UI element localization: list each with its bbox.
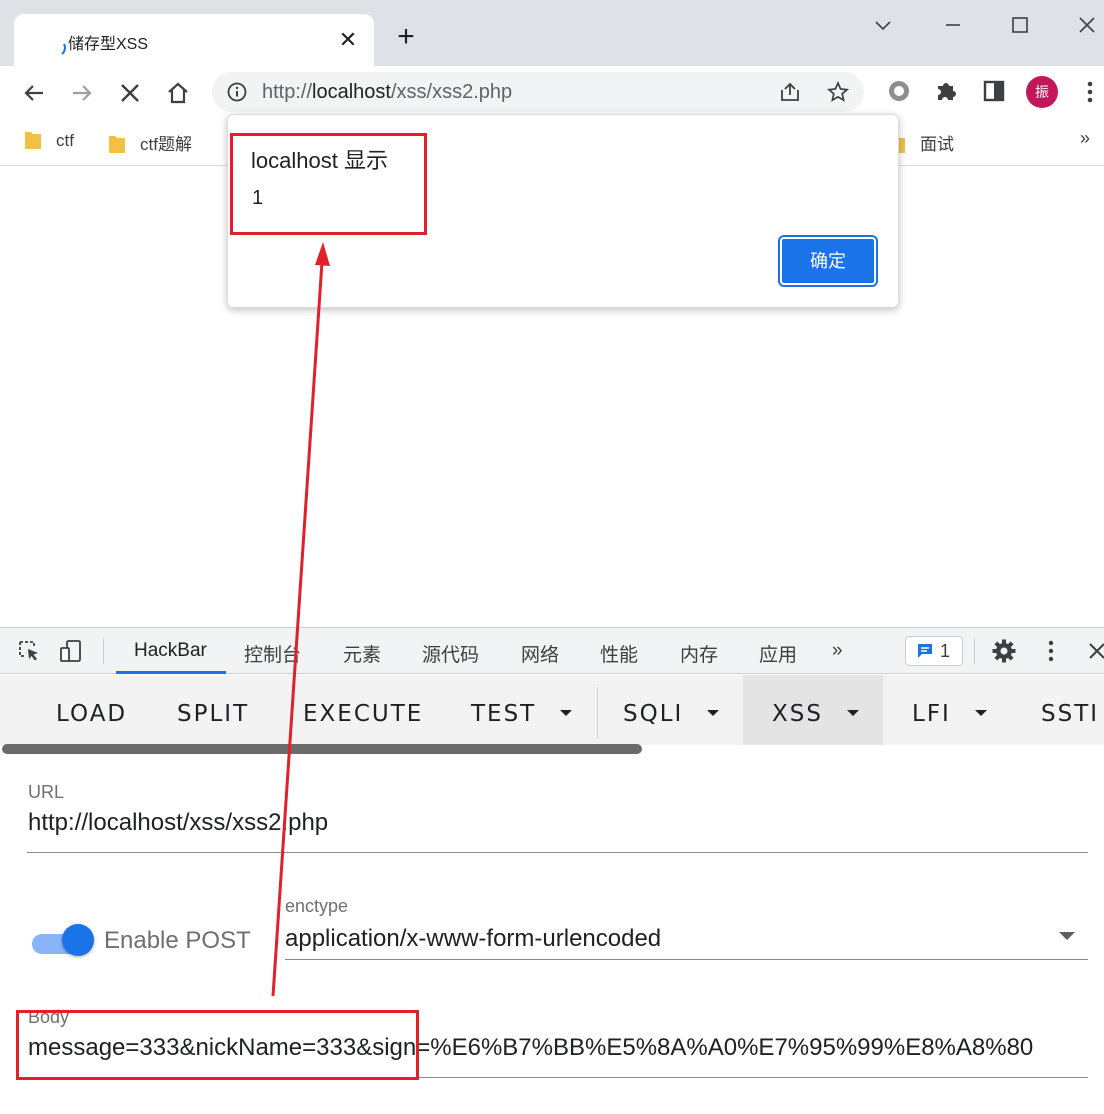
lfi-label: LFI bbox=[912, 701, 951, 727]
hackbar-toolbar: LOAD SPLIT EXECUTE TEST SQLI XSS LFI SST… bbox=[0, 675, 1104, 745]
maximize-icon[interactable] bbox=[1003, 8, 1037, 42]
device-toolbar-icon[interactable] bbox=[58, 638, 84, 664]
profile-avatar[interactable]: 振 bbox=[1026, 76, 1058, 108]
toolbar-divider bbox=[974, 638, 975, 664]
active-tab-indicator bbox=[116, 671, 226, 674]
hackbar-divider bbox=[597, 687, 598, 739]
minimize-icon[interactable] bbox=[936, 8, 970, 42]
bookmarks-overflow-button[interactable]: » bbox=[1080, 128, 1090, 149]
enctype-label: enctype bbox=[285, 896, 349, 916]
inspect-element-icon[interactable] bbox=[16, 638, 42, 664]
bookmark-folder-ctf-writeups[interactable]: ctf题解 bbox=[108, 130, 192, 156]
tab-sources[interactable]: 源代码 bbox=[422, 640, 479, 667]
lfi-dropdown-button[interactable]: LFI bbox=[912, 701, 987, 727]
folder-icon bbox=[109, 136, 125, 153]
sqli-dropdown-button[interactable]: SQLI bbox=[623, 701, 720, 727]
toggle-knob bbox=[62, 924, 94, 956]
close-tab-icon[interactable]: ✕ bbox=[334, 26, 362, 54]
close-devtools-icon[interactable] bbox=[1084, 638, 1104, 664]
select-caret-icon[interactable] bbox=[1059, 932, 1075, 940]
enctype-select[interactable]: application/x-www-form-urlencoded bbox=[285, 925, 661, 953]
bookmark-folder-ctf[interactable]: ctf bbox=[24, 130, 74, 156]
ssti-dropdown-button[interactable]: SSTI bbox=[1041, 701, 1099, 727]
browser-menu-icon[interactable] bbox=[1080, 78, 1100, 106]
more-tabs-button[interactable]: » bbox=[832, 640, 843, 662]
annotation-box-alert bbox=[230, 133, 427, 235]
dropdown-caret-icon bbox=[707, 710, 720, 716]
issues-count: 1 bbox=[940, 641, 951, 661]
tab-memory[interactable]: 内存 bbox=[680, 640, 718, 667]
extensions-puzzle-icon[interactable] bbox=[933, 78, 959, 104]
annotation-box-body bbox=[16, 1010, 419, 1080]
issues-badge[interactable]: 1 bbox=[905, 636, 963, 666]
split-button[interactable]: SPLIT bbox=[177, 701, 249, 727]
forward-icon[interactable] bbox=[65, 76, 99, 110]
url-input[interactable]: http://localhost/xss/xss2.php bbox=[28, 809, 328, 837]
execute-button[interactable]: EXECUTE bbox=[303, 701, 423, 727]
settings-gear-icon[interactable] bbox=[991, 638, 1017, 664]
execute-label: EXECUTE bbox=[303, 701, 424, 727]
home-icon[interactable] bbox=[161, 76, 195, 110]
url-host: localhost bbox=[312, 81, 391, 103]
tab-title: 储存型XSS bbox=[68, 36, 149, 53]
test-dropdown-button[interactable]: TEST bbox=[471, 701, 573, 727]
extension-record-icon[interactable] bbox=[886, 78, 912, 104]
url-field-label: URL bbox=[28, 782, 65, 802]
sqli-label: SQLI bbox=[623, 701, 684, 727]
tab-performance[interactable]: 性能 bbox=[600, 640, 638, 667]
url-input-underline bbox=[27, 852, 1088, 853]
share-icon[interactable] bbox=[778, 80, 802, 104]
folder-icon bbox=[25, 132, 41, 149]
bookmark-label: ctf bbox=[56, 131, 74, 150]
url-scheme: http:// bbox=[262, 81, 313, 103]
devtools-menu-icon[interactable] bbox=[1038, 638, 1064, 664]
enctype-underline bbox=[285, 959, 1088, 960]
toolbar-divider bbox=[103, 638, 104, 664]
dropdown-caret-icon bbox=[974, 710, 987, 716]
split-label: SPLIT bbox=[177, 701, 250, 727]
close-window-icon[interactable] bbox=[1070, 8, 1104, 42]
tab-elements[interactable]: 元素 bbox=[343, 640, 381, 667]
tab-hackbar[interactable]: HackBar bbox=[134, 640, 207, 662]
address-bar[interactable]: http://localhost/xss/xss2.php bbox=[212, 72, 864, 112]
load-label: LOAD bbox=[56, 701, 128, 727]
site-info-icon[interactable] bbox=[226, 81, 248, 103]
enable-post-label: Enable POST bbox=[104, 927, 251, 954]
xss-label: XSS bbox=[772, 701, 823, 727]
stop-loading-icon[interactable] bbox=[113, 76, 147, 110]
bookmark-label: ctf题解 bbox=[140, 135, 192, 154]
ok-button[interactable]: 确定 bbox=[778, 235, 878, 287]
bookmark-label: 面试 bbox=[920, 135, 954, 154]
load-button[interactable]: LOAD bbox=[56, 701, 127, 727]
address-url: http://localhost/xss/xss2.php bbox=[262, 81, 512, 104]
tab-search-icon[interactable] bbox=[866, 8, 900, 42]
loading-spinner-icon bbox=[61, 43, 66, 55]
tab-application[interactable]: 应用 bbox=[759, 640, 797, 667]
ssti-label: SSTI bbox=[1041, 701, 1100, 727]
horizontal-scrollbar-thumb[interactable] bbox=[2, 744, 642, 754]
back-icon[interactable] bbox=[17, 76, 51, 110]
new-tab-button[interactable]: + bbox=[390, 22, 422, 54]
issues-message-icon bbox=[918, 644, 932, 658]
devtools-tab-bar: HackBar 控制台 元素 源代码 网络 性能 内存 应用 » 1 bbox=[0, 628, 1104, 674]
side-panel-icon[interactable] bbox=[981, 78, 1007, 104]
tab-console[interactable]: 控制台 bbox=[244, 640, 301, 667]
url-path: /xss/xss2.php bbox=[390, 81, 513, 103]
dropdown-caret-icon bbox=[846, 710, 859, 716]
tab-network[interactable]: 网络 bbox=[521, 640, 559, 667]
tab-strip: 储存型XSS ✕ + bbox=[0, 0, 1104, 66]
xss-dropdown-button[interactable]: XSS bbox=[772, 701, 859, 727]
bookmark-star-icon[interactable] bbox=[826, 80, 850, 104]
test-label: TEST bbox=[471, 701, 537, 727]
dropdown-caret-icon bbox=[560, 710, 573, 716]
browser-tab[interactable]: 储存型XSS ✕ bbox=[14, 14, 374, 66]
